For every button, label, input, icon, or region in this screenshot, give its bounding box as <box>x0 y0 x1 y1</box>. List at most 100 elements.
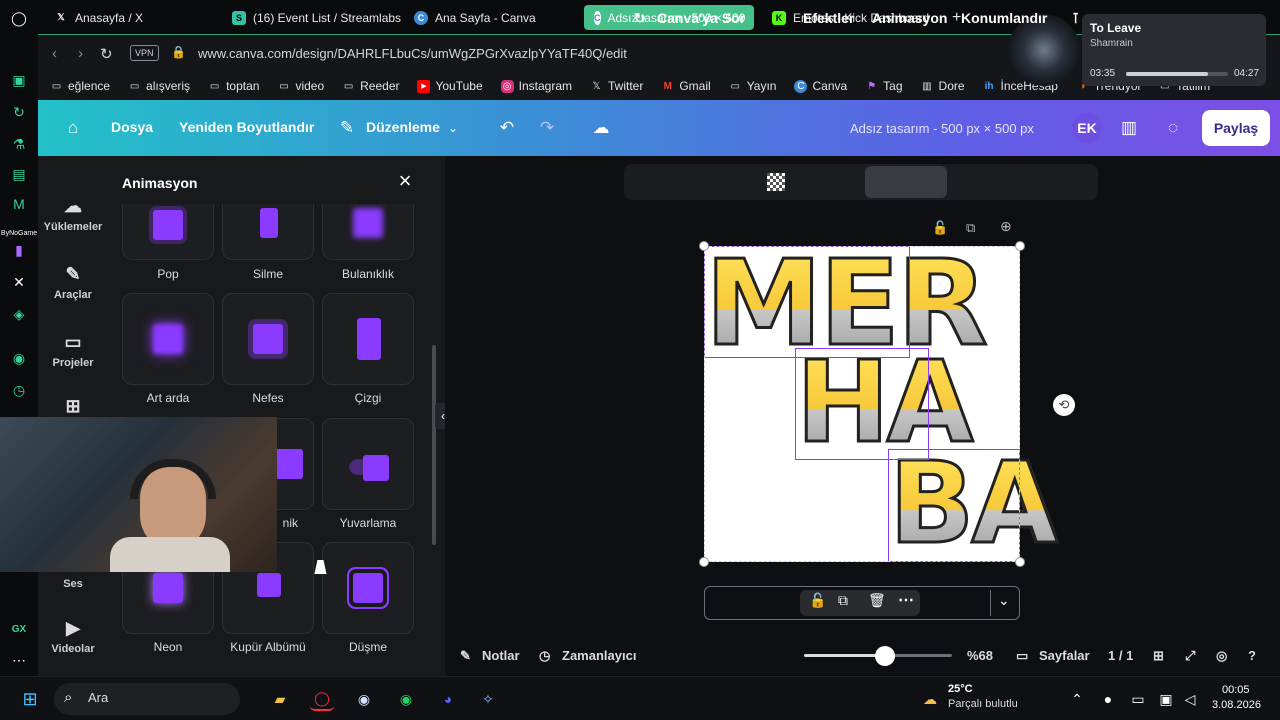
file-menu[interactable]: Dosya <box>111 119 153 135</box>
home-icon[interactable]: ⌂ <box>58 113 88 143</box>
back-icon[interactable]: ‹ <box>52 45 57 62</box>
twitch-icon[interactable]: ▮ <box>9 240 29 260</box>
insights-icon[interactable]: ▥ <box>1114 113 1144 143</box>
weather-icon[interactable]: ☁ <box>918 687 942 711</box>
animation-card-pop[interactable] <box>122 204 214 260</box>
ask-canva-button[interactable]: Canva'ya Sor <box>657 10 745 26</box>
resize-menu[interactable]: Yeniden Boyutlandır <box>179 119 314 135</box>
bookmark-youtube[interactable]: ▶ YouTube <box>417 79 483 93</box>
spotify-icon[interactable]: ◉ <box>394 687 418 711</box>
gx-cleaner-icon[interactable]: ⚗ <box>9 134 29 154</box>
weather-desc[interactable]: Parçalı bulutlu <box>948 698 1018 710</box>
animation-card-blur[interactable] <box>322 204 414 260</box>
x-sidebar-icon[interactable]: ✕ <box>9 272 29 292</box>
gx-messenger-icon[interactable]: M <box>9 194 29 214</box>
gx-control-icon[interactable]: ▣ <box>9 70 29 90</box>
clock-time[interactable]: 00:05 <box>1222 684 1250 696</box>
trash-icon[interactable]: 🗑 <box>868 592 886 609</box>
fullscreen-icon[interactable]: ⤢ <box>1185 648 1195 664</box>
history-icon[interactable]: ◷ <box>9 380 29 400</box>
gx-label[interactable]: GX <box>0 624 38 635</box>
resize-handle[interactable] <box>699 241 709 251</box>
animation-card-breathe[interactable] <box>222 293 314 385</box>
timer-icon[interactable]: ◷ <box>539 648 550 664</box>
close-icon[interactable]: × <box>393 169 417 193</box>
animation-card-line[interactable] <box>322 293 414 385</box>
duplicate-icon[interactable]: ⧉ <box>838 592 848 609</box>
animation-card-drop[interactable] <box>322 542 414 634</box>
bookmark-instagram[interactable]: ◎ Instagram <box>500 79 572 93</box>
grid-view-icon[interactable]: ⊞ <box>1153 648 1164 664</box>
cloud-saved-icon[interactable]: ☁ <box>586 113 616 143</box>
resize-handle[interactable] <box>699 557 709 567</box>
track-progress[interactable] <box>1126 72 1228 76</box>
rail-projects[interactable]: ▭ Projeler <box>38 332 108 369</box>
bookmark-alisveris[interactable]: ▭ alışveriş <box>128 79 190 93</box>
clock-date[interactable]: 3.08.2026 <box>1212 699 1261 711</box>
tab-canva-home[interactable]: C Ana Sayfa - Canva <box>404 5 546 30</box>
bookmark-video[interactable]: ▭ video <box>277 79 324 93</box>
effects-button[interactable]: Efektler <box>803 10 854 26</box>
help-icon[interactable]: ? <box>1248 648 1256 663</box>
discord-icon[interactable]: ◕ <box>436 687 460 711</box>
weather-temp[interactable]: 25°C <box>948 683 973 695</box>
app-icon[interactable]: ✧ <box>476 687 500 711</box>
rail-videos[interactable]: ▶ Videolar <box>38 618 108 655</box>
zoom-level[interactable]: %68 <box>967 648 993 663</box>
timer-button[interactable]: Zamanlayıcı <box>562 648 636 663</box>
design-title[interactable]: Adsız tasarım - 500 px × 500 px <box>850 121 1034 136</box>
lock-icon[interactable]: 🔓 <box>809 592 826 609</box>
opera-gx-icon[interactable]: ◯ <box>310 687 334 711</box>
microphone-icon[interactable]: ● <box>1096 687 1120 711</box>
resize-handle[interactable] <box>1015 241 1025 251</box>
add-page-icon[interactable]: ⊕ <box>1000 218 1012 235</box>
panel-scrollbar[interactable] <box>432 345 436 545</box>
forward-icon[interactable]: › <box>78 45 83 62</box>
gx-extension-icon[interactable]: ◈ <box>9 304 29 324</box>
rail-audio[interactable]: Ses <box>38 578 108 590</box>
more-icon[interactable]: ⋯ <box>9 650 29 670</box>
bookmark-reeder[interactable]: ▭ Reeder <box>342 79 400 93</box>
magic-icon[interactable]: ↻ <box>634 10 646 27</box>
bookmark-tag[interactable]: ⚑ Tag <box>865 79 902 93</box>
lock-icon[interactable]: 🔒 <box>171 45 186 59</box>
network-icon[interactable]: ▣ <box>1154 687 1178 711</box>
vpn-badge[interactable]: VPN <box>130 45 159 61</box>
notes-icon[interactable]: ✎ <box>460 648 471 664</box>
notes-button[interactable]: Notlar <box>482 648 520 663</box>
steam-icon[interactable]: ◉ <box>352 687 376 711</box>
search-box[interactable] <box>54 683 240 715</box>
avatar[interactable]: EK <box>1072 113 1102 143</box>
gx-refresh-icon[interactable]: ↻ <box>9 102 29 122</box>
url-field[interactable]: www.canva.com/design/DAHRLFLbuCs/umWgZPG… <box>198 46 627 61</box>
opera-gx-logo-icon[interactable]: ◯ <box>9 8 29 28</box>
redo-icon[interactable]: ↷ <box>532 113 562 143</box>
volume-icon[interactable]: ◁ <box>1178 687 1202 711</box>
file-explorer-icon[interactable]: ▰ <box>268 687 292 711</box>
chevron-down-icon[interactable]: ⌄ <box>998 592 1010 609</box>
pages-icon[interactable]: ▭ <box>1016 648 1028 664</box>
animation-card-succession[interactable] <box>122 293 214 385</box>
share-button[interactable]: Paylaş <box>1202 110 1270 146</box>
windows-start-icon[interactable]: ⊞ <box>18 687 42 711</box>
bookmark-toptan[interactable]: ▭ toptan <box>208 79 260 93</box>
keyboard-icon[interactable]: ▭ <box>1126 687 1150 711</box>
tab-streamlabs[interactable]: S (16) Event List / Streamlabs <box>222 5 411 30</box>
transparency-icon[interactable] <box>767 173 785 191</box>
check-icon[interactable]: ◎ <box>1216 648 1227 664</box>
animation-card-wipe[interactable] <box>222 204 314 260</box>
position-button[interactable]: Konumlandır <box>961 10 1047 26</box>
rail-uploads[interactable]: ☁ Yüklemeler <box>38 196 108 233</box>
resize-handle[interactable] <box>1015 557 1025 567</box>
more-options-icon[interactable]: ⋯ <box>898 590 914 610</box>
gx-hot-tabs-icon[interactable]: ▤ <box>9 164 29 184</box>
chevron-down-icon[interactable]: ⌄ <box>438 113 468 143</box>
bookmark-canva[interactable]: C Canva <box>794 79 847 93</box>
bookmark-dore[interactable]: ▥ Dore <box>921 79 964 93</box>
pages-button[interactable]: Sayfalar <box>1039 648 1090 663</box>
bynogame-label[interactable]: ByNoGame <box>0 230 38 237</box>
chevron-up-icon[interactable]: ⌃ <box>1065 687 1089 711</box>
tab-x[interactable]: 𝕏 Anasayfa / X <box>44 5 153 30</box>
rotate-icon[interactable]: ⟲ <box>1053 394 1075 416</box>
animation-button[interactable]: Animasyon <box>872 10 947 26</box>
